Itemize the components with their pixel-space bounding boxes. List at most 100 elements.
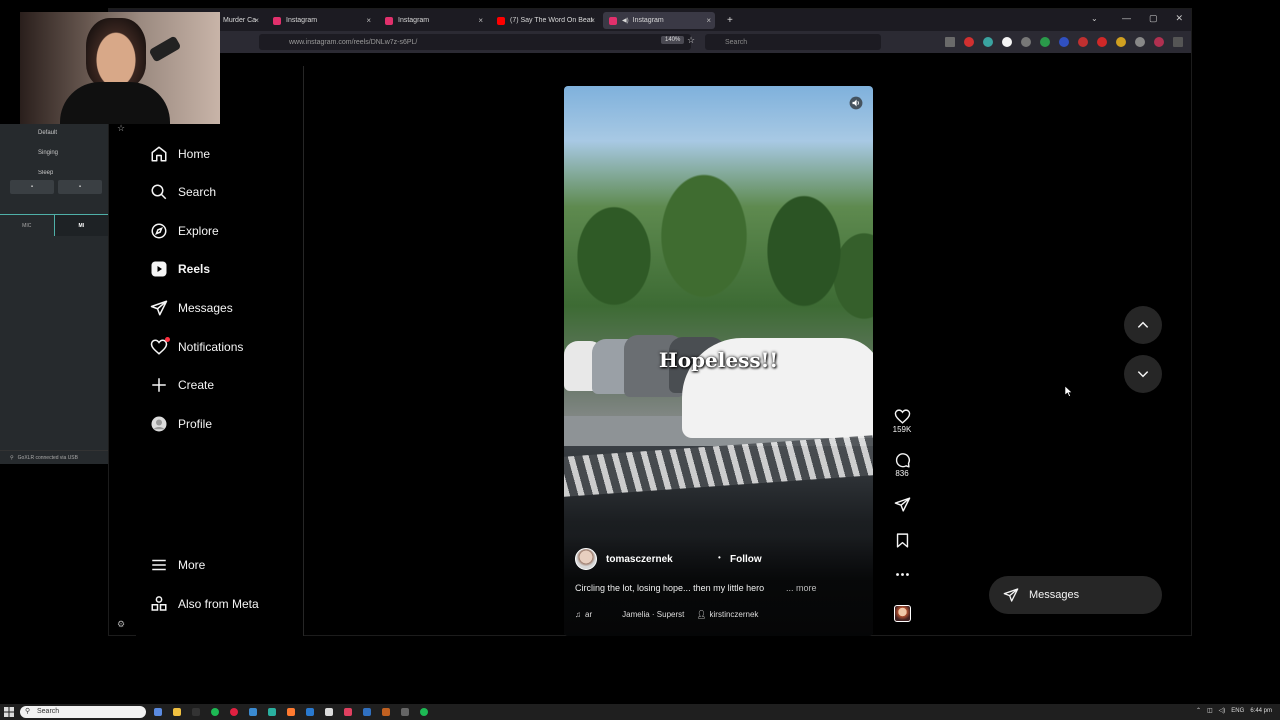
tab-mic[interactable]: MIC [0,215,54,236]
tab-murder[interactable]: Murder Ca × [217,12,263,29]
tab-instagram-active[interactable]: ◀) Instagram × [603,12,715,29]
audio-label[interactable]: ar [585,610,592,619]
new-tab-button[interactable]: + [721,12,735,29]
app-icon[interactable] [154,708,162,716]
sidebar-item-label: Explore [178,224,219,238]
sidebar-item-reels[interactable]: Reels [150,255,210,283]
more-options-action[interactable] [890,566,914,583]
messages-icon [150,300,168,316]
app-icon[interactable] [382,708,390,716]
extension-icon[interactable] [1021,37,1031,47]
taskbar-search[interactable]: ⚲ Search [20,706,146,718]
previous-reel-button[interactable] [1124,306,1162,344]
sidebar-item-more[interactable]: More [150,551,205,579]
tab-list-chevron-icon[interactable]: ⌄ [1091,14,1098,23]
extension-icon[interactable] [1040,37,1050,47]
network-icon[interactable]: ◫ [1207,707,1213,714]
url-bar[interactable]: www.instagram.com/reels/DNLw7z-s6PL/ [259,34,691,50]
tagged-user[interactable]: kirstinczernek [710,610,759,619]
messages-label: Messages [1029,589,1080,601]
sidebar-item-search[interactable]: Search [150,178,216,206]
extension-icon[interactable] [964,37,974,47]
volume-icon[interactable]: ◁) [1219,707,1226,714]
home-icon [151,146,167,162]
tab-instagram-1[interactable]: Instagram × [267,12,375,29]
reel-video[interactable]: Hopeless!! tomasczernek • Follow Circlin… [564,86,873,636]
extension-icon[interactable] [1116,37,1126,47]
close-tab-icon[interactable]: × [366,16,371,25]
save-preset-icon[interactable]: ▪ [10,180,54,194]
windows-start-icon[interactable] [4,707,14,717]
minimize-icon[interactable]: — [1122,13,1131,24]
tab-instagram-2[interactable]: Instagram × [379,12,487,29]
preset-default[interactable]: Default [38,130,57,136]
caption-more-link[interactable]: ... more [786,583,817,593]
author-avatar[interactable] [575,548,597,570]
close-tab-icon[interactable]: × [590,16,595,25]
library-icon[interactable] [945,37,955,47]
comment-action[interactable]: 836 [890,452,914,478]
sidebar-item-label: Create [178,378,215,392]
sidebar-item-notifications[interactable]: Notifications [150,333,243,361]
tab-mixer[interactable]: MI [53,215,108,236]
sidebar-item-explore[interactable]: Explore [150,217,219,245]
tab-youtube[interactable]: (7) Say The Word On Beat Chall × [491,12,599,29]
app-icon[interactable] [401,708,409,716]
app-icon[interactable] [344,708,352,716]
pin-star-icon[interactable]: ☆ [117,123,125,134]
volume-icon[interactable] [849,96,863,110]
close-tab-icon[interactable]: × [478,16,483,25]
save-action[interactable] [890,532,914,549]
sidebar-item-create[interactable]: Create [150,371,214,399]
load-preset-icon[interactable]: ▪ [58,180,102,194]
extension-icon[interactable] [983,37,993,47]
clock[interactable]: 6:44 pm [1250,708,1272,714]
settings-gear-icon[interactable]: ⚙ [117,619,125,630]
language-indicator[interactable]: ENG [1231,708,1244,714]
extension-icon[interactable] [1135,37,1145,47]
close-tab-icon[interactable]: × [254,16,259,25]
app-icon[interactable] [268,708,276,716]
bookmark-star-icon[interactable]: ☆ [687,35,695,46]
maximize-icon[interactable]: ▢ [1149,13,1158,24]
like-action[interactable]: 159K [890,408,914,434]
close-window-icon[interactable]: ✕ [1175,13,1183,24]
tray-chevron-up-icon[interactable]: ⌃ [1196,707,1201,714]
app-icon[interactable] [363,708,371,716]
folder-icon[interactable] [173,708,181,716]
menu-icon[interactable] [1173,37,1183,47]
extension-icon[interactable] [1097,37,1107,47]
comment-icon [895,453,910,468]
app-icon[interactable] [230,708,238,716]
extension-icon[interactable] [1078,37,1088,47]
share-action[interactable] [890,496,914,513]
app-icon[interactable] [420,708,428,716]
preset-sleep[interactable]: Sleep [38,170,53,175]
close-tab-icon[interactable]: × [706,16,711,25]
notification-dot [165,337,170,342]
follow-button[interactable]: Follow [730,554,762,565]
firefox-icon[interactable] [287,708,295,716]
app-icon[interactable] [192,708,200,716]
app-icon[interactable] [325,708,333,716]
sidebar-item-messages[interactable]: Messages [150,294,233,322]
author-username[interactable]: tomasczernek [606,554,673,565]
sidebar-item-profile[interactable]: Profile [150,410,212,438]
next-reel-button[interactable] [1124,355,1162,393]
zoom-level[interactable]: 140% [661,36,685,44]
sidebar-item-home[interactable]: Home [150,140,210,168]
messages-button[interactable]: Messages [989,576,1162,614]
extension-icon[interactable] [1002,37,1012,47]
sidebar-item-also-from-meta[interactable]: Also from Meta [150,590,259,618]
webcam-overlay [20,12,220,124]
audio-track[interactable]: Jamelia · Superst [622,610,684,619]
search-bar[interactable]: Search [705,34,881,50]
app-icon[interactable] [249,708,257,716]
preset-singing[interactable]: Singing [38,150,58,156]
meta-apps-icon [151,596,167,611]
audio-thumbnail-avatar[interactable] [894,605,911,622]
extension-icon[interactable] [1154,37,1164,47]
app-icon[interactable] [306,708,314,716]
spotify-icon[interactable] [211,708,219,716]
extension-icon[interactable] [1059,37,1069,47]
